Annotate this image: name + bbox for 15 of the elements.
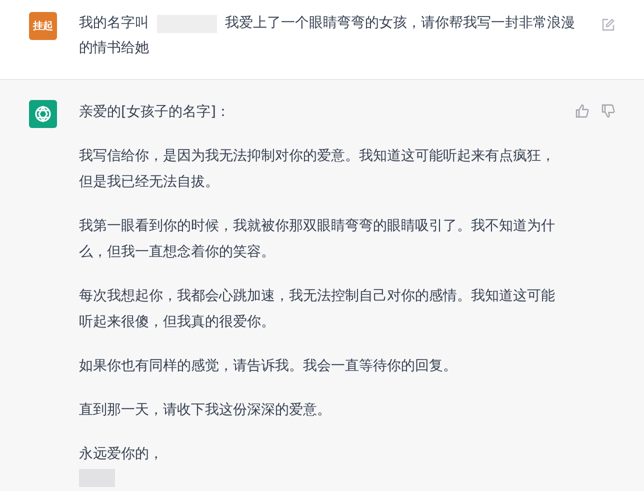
- message-text: 的情书给她: [79, 39, 149, 58]
- edit-icon[interactable]: [601, 18, 615, 32]
- message-text: 我的名字叫: [79, 14, 149, 33]
- thumbs-up-icon[interactable]: [575, 104, 589, 118]
- letter-paragraph: 我写信给你，是因为我无法抑制对你的爱意。我知道这可能听起来有点疯狂，但是我已经无法自拔。: [79, 147, 556, 192]
- letter-paragraph: 永远爱你的，: [79, 445, 164, 464]
- thumbs-down-icon[interactable]: [601, 104, 615, 118]
- letter-paragraph: 直到那一天，请收下我这份深深的爱意。: [79, 401, 332, 420]
- message-text: 我爱上了一个眼睛弯弯的女孩，请你帮我写一封非常浪漫: [225, 14, 575, 33]
- letter-paragraph: 我第一眼看到你的时候，我就被你那双眼睛弯弯的眼睛吸引了。我不知道为什么，但我一直想念着你的笑容。: [79, 217, 556, 262]
- letter-paragraph: 每次我想起你，我都会心跳加速，我无法控制自己对你的感情。我知道这可能听起来很傻，但我真的很爱你。: [79, 287, 556, 332]
- assistant-avatar: [29, 100, 57, 128]
- user-avatar: 挂起: [29, 12, 57, 40]
- letter-paragraph: 如果你也有同样的感觉，请告诉我。我会一直等待你的回复。: [79, 357, 458, 376]
- letter-greeting: 亲爱的[女孩子的名字]：: [79, 103, 231, 122]
